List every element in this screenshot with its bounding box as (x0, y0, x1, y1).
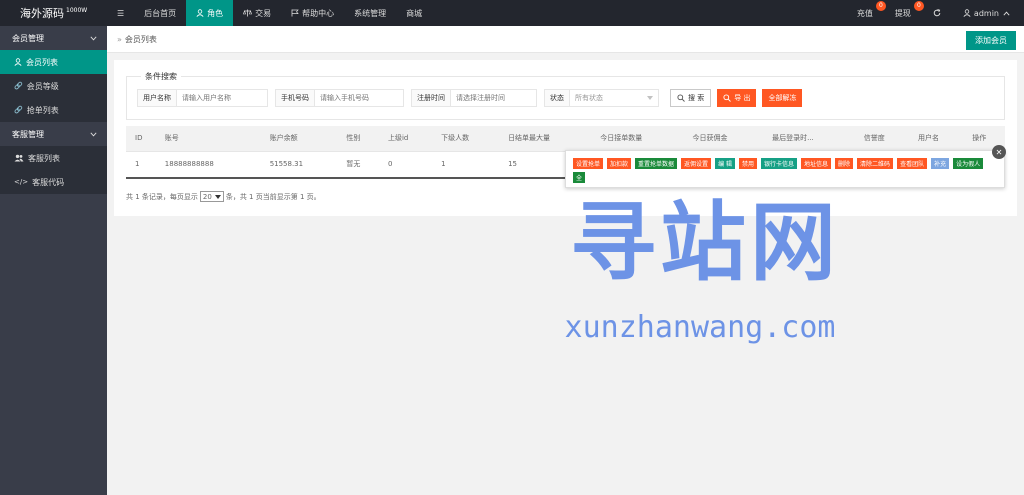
sidebar-group-members[interactable]: 会员管理 (0, 26, 107, 50)
chevron-up-icon (1003, 11, 1010, 16)
watermark-url: xunzhanwang.com (564, 310, 836, 345)
nav-home[interactable]: 后台首页 (134, 0, 186, 26)
users-icon (14, 154, 24, 162)
edit-button[interactable]: 编 辑 (715, 158, 735, 169)
add-member-button[interactable]: 添加会员 (966, 31, 1016, 50)
nav-system[interactable]: 系统管理 (344, 0, 396, 26)
close-icon[interactable]: ✕ (992, 145, 1006, 159)
sidebar-item-service-code[interactable]: </> 客服代码 (0, 170, 107, 194)
set-order-button[interactable]: 设置抢单 (573, 158, 604, 169)
all-button[interactable]: 全 (573, 172, 586, 183)
address-info-button[interactable]: 地址信息 (801, 158, 832, 169)
link-icon: 🔗 (14, 106, 23, 114)
phone-input[interactable] (315, 90, 403, 106)
person-icon (196, 9, 204, 17)
breadcrumb-current[interactable]: 会员列表 (125, 34, 157, 45)
unfreeze-all-button[interactable]: 全部解冻 (762, 89, 803, 107)
search-row: 用户名称 手机号码 注册时间 状态 所有状态 搜 索 (137, 89, 808, 107)
regtime-input[interactable] (451, 90, 536, 106)
menu-toggle-icon[interactable]: ☰ (107, 0, 134, 26)
main-card: 条件搜索 用户名称 手机号码 注册时间 状态 所有状态 (114, 60, 1017, 216)
nav-trade[interactable]: 交易 (233, 0, 281, 26)
search-button[interactable]: 搜 索 (670, 89, 712, 107)
col-account: 账号 (155, 126, 261, 152)
col-today-commission: 今日获佣金 (683, 126, 764, 152)
link-icon: 🔗 (14, 82, 23, 90)
view-team-button[interactable]: 查看团队 (897, 158, 928, 169)
top-nav: ☰ 后台首页 角色 交易 帮助中心 系统管理 商城 (107, 0, 432, 26)
username-input[interactable] (177, 90, 267, 106)
col-last-login: 最后登录时... (763, 126, 855, 152)
col-daily-max: 日结单最大量 (499, 126, 592, 152)
supplement-button[interactable]: 补充 (931, 158, 950, 169)
search-icon (677, 94, 685, 102)
regtime-field: 注册时间 (411, 89, 537, 107)
search-legend: 条件搜索 (141, 71, 181, 82)
top-right: 充值 0 提现 0 admin (846, 0, 1024, 26)
double-chevron-icon: » (117, 34, 122, 44)
set-fake-user-button[interactable]: 设为假人 (953, 158, 984, 169)
action-buttons: 设置抢单 加扣款 重置抢单数据 返佣设置 编 辑 禁用 银行卡信息 地址信息 删… (573, 158, 993, 186)
person-icon (14, 58, 22, 66)
withdraw-link[interactable]: 提现 0 (884, 0, 924, 19)
page-size-select[interactable]: 20 (199, 191, 224, 202)
phone-field: 手机号码 (275, 89, 404, 107)
delete-button[interactable]: 删除 (835, 158, 854, 169)
commission-settings-button[interactable]: 返佣设置 (681, 158, 712, 169)
sidebar: 会员管理 会员列表 🔗 会员等级 🔗 抢单列表 客服管理 客服列表 </> 客服… (0, 26, 107, 495)
sidebar-item-member-level[interactable]: 🔗 会员等级 (0, 74, 107, 98)
reset-order-data-button[interactable]: 重置抢单数据 (635, 158, 678, 169)
chevron-down-icon (90, 131, 97, 136)
col-credit: 信誉度 (854, 126, 910, 152)
col-gender: 性别 (337, 126, 379, 152)
col-username: 用户名 (909, 126, 964, 152)
table-header-row: ID 账号 账户余额 性别 上级id 下级人数 日结单最大量 今日接单数量 今日… (126, 126, 1005, 152)
sidebar-item-order-list[interactable]: 🔗 抢单列表 (0, 98, 107, 122)
sidebar-item-service-list[interactable]: 客服列表 (0, 146, 107, 170)
col-parent-id: 上级id (378, 126, 433, 152)
person-icon (963, 9, 971, 17)
scale-icon (243, 9, 253, 17)
bank-card-button[interactable]: 银行卡信息 (761, 158, 798, 169)
clear-qrcode-button[interactable]: 清除二维码 (857, 158, 894, 169)
sidebar-item-member-list[interactable]: 会员列表 (0, 50, 107, 74)
export-button[interactable]: 导 出 (717, 89, 757, 107)
logo-sup: 1000W (66, 6, 88, 14)
username: admin (973, 8, 999, 18)
action-popup: 设置抢单 加扣款 重置抢单数据 返佣设置 编 辑 禁用 银行卡信息 地址信息 删… (565, 145, 1006, 188)
watermark-chinese: 寻站网 (570, 193, 840, 293)
status-select[interactable]: 所有状态 (570, 90, 658, 106)
logo-text: 海外源码 (20, 7, 64, 20)
logo[interactable]: 海外源码 1000W (0, 0, 107, 26)
caret-down-icon (647, 96, 653, 100)
top-bar: 海外源码 1000W ☰ 后台首页 角色 交易 帮助中心 系统管理 商城 充值 0… (0, 0, 1024, 26)
col-today-orders: 今日接单数量 (591, 126, 684, 152)
breadcrumb: » 会员列表 添加会员 (107, 26, 1024, 53)
nav-help[interactable]: 帮助中心 (281, 0, 344, 26)
col-balance: 账户余额 (260, 126, 338, 152)
pagination: 共 1 条记录，每页显示 20 条，共 1 页当前显示第 1 页。 (126, 191, 321, 202)
recharge-link[interactable]: 充值 0 (846, 0, 886, 19)
col-id: ID (126, 126, 156, 152)
code-icon: </> (14, 178, 29, 186)
caret-down-icon (214, 194, 221, 199)
disable-button[interactable]: 禁用 (738, 158, 757, 169)
refresh-icon[interactable] (922, 9, 952, 17)
search-fieldset: 条件搜索 用户名称 手机号码 注册时间 状态 所有状态 (126, 71, 1005, 120)
chevron-down-icon (90, 35, 97, 40)
username-field: 用户名称 (137, 89, 268, 107)
user-menu[interactable]: admin (952, 9, 1024, 18)
sidebar-group-service[interactable]: 客服管理 (0, 122, 107, 146)
flag-icon (291, 9, 299, 17)
nav-role[interactable]: 角色 (186, 0, 234, 26)
status-field: 状态 所有状态 (544, 89, 659, 107)
col-children: 下级人数 (432, 126, 500, 152)
adjust-balance-button[interactable]: 加扣款 (607, 158, 632, 169)
nav-mall[interactable]: 商城 (396, 0, 432, 26)
search-icon (723, 94, 732, 102)
